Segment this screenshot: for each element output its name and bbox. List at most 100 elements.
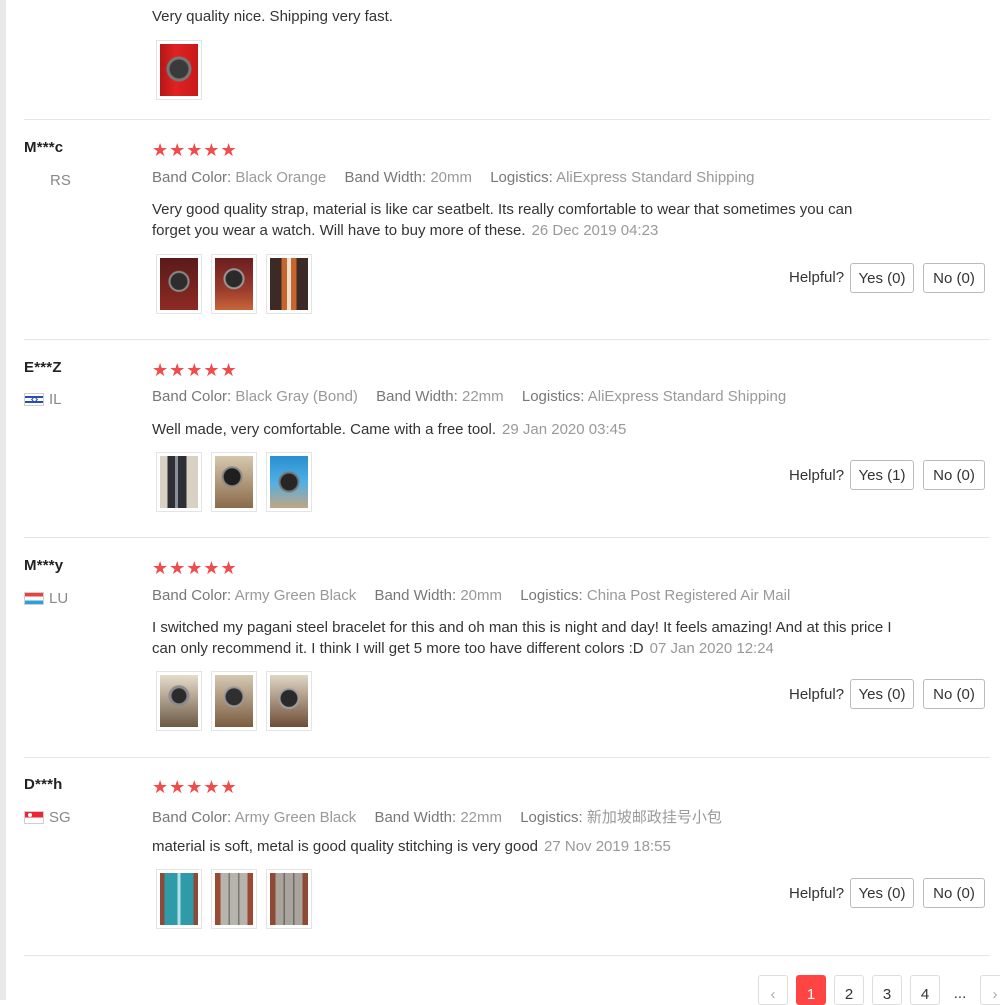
sku-label: Logistics: bbox=[520, 809, 583, 826]
sku-label: Band Width: bbox=[376, 388, 458, 405]
country-code: RS bbox=[50, 172, 71, 189]
helpful-no-button[interactable]: No (0) bbox=[923, 878, 985, 908]
review-image-thumbnail[interactable] bbox=[211, 869, 257, 929]
country-code: IL bbox=[49, 391, 62, 408]
reviewer-name: D***h bbox=[24, 776, 63, 793]
review-date: 07 Jan 2020 12:24 bbox=[649, 640, 774, 657]
sku-label: Band Color: bbox=[152, 169, 232, 186]
review-image-thumbnail[interactable] bbox=[156, 452, 202, 512]
sku-value: 新加坡邮政挂号小包 bbox=[586, 809, 722, 826]
helpful-yes-button[interactable]: Yes (1) bbox=[850, 460, 914, 490]
review-image-thumbnail[interactable] bbox=[211, 671, 257, 731]
review-images bbox=[156, 452, 312, 512]
review-text: Very good quality strap, material is lik… bbox=[152, 199, 872, 241]
sku-value: AliExpress Standard Shipping bbox=[556, 169, 755, 186]
next-page-button[interactable]: › bbox=[980, 975, 1000, 1005]
review-text: I switched my pagani steel bracelet for … bbox=[152, 617, 897, 659]
reviewer-country: LU bbox=[24, 590, 68, 607]
sku-label: Logistics: bbox=[490, 169, 553, 186]
review-image-thumbnail[interactable] bbox=[266, 869, 312, 929]
sku-value: Black Orange bbox=[235, 169, 327, 186]
page-button-3[interactable]: 3 bbox=[872, 975, 902, 1005]
review-date: 26 Dec 2019 04:23 bbox=[531, 222, 659, 239]
sku-value: Army Green Black bbox=[234, 809, 357, 826]
review-image-thumbnail[interactable] bbox=[156, 869, 202, 929]
review-images bbox=[156, 254, 312, 314]
sku-value: 20mm bbox=[430, 169, 473, 186]
review-body: Well made, very comfortable. Came with a… bbox=[152, 421, 497, 438]
reviewer-country: IL bbox=[24, 391, 62, 408]
sku-label: Logistics: bbox=[521, 388, 585, 405]
country-code: LU bbox=[49, 590, 69, 607]
helpful-no-button[interactable]: No (0) bbox=[923, 263, 985, 293]
review-text: material is soft, metal is good quality … bbox=[152, 836, 897, 857]
page-left-border bbox=[0, 0, 6, 1000]
star-rating: ★★★★★ bbox=[152, 558, 238, 578]
sku-value: 22mm bbox=[462, 388, 504, 405]
star-rating: ★★★★★ bbox=[152, 777, 238, 797]
sku-label: Band Width: bbox=[344, 169, 427, 186]
sku-value: China Post Registered Air Mail bbox=[586, 587, 791, 604]
star-rating: ★★★★★ bbox=[152, 360, 238, 380]
sku-info: Band Color: Black Gray (Bond) Band Width… bbox=[152, 388, 800, 405]
sku-value: 22mm bbox=[460, 809, 503, 826]
sku-label: Band Color: bbox=[152, 388, 232, 405]
sku-label: Logistics: bbox=[520, 587, 583, 604]
review-image-thumbnail[interactable] bbox=[211, 254, 257, 314]
review-images bbox=[156, 869, 312, 929]
page-button-2[interactable]: 2 bbox=[834, 975, 864, 1005]
review-date: 27 Nov 2019 18:55 bbox=[544, 838, 671, 855]
helpful-yes-button[interactable]: Yes (0) bbox=[850, 263, 914, 293]
sku-label: Band Width: bbox=[374, 809, 457, 826]
review-body: Very good quality strap, material is lik… bbox=[152, 201, 853, 239]
sku-info: Band Color: Army Green Black Band Width:… bbox=[152, 806, 736, 827]
country-code: SG bbox=[49, 809, 71, 826]
sku-value: 20mm bbox=[460, 587, 503, 604]
review-image-thumbnail[interactable] bbox=[266, 671, 312, 731]
review-divider bbox=[24, 339, 990, 340]
sku-label: Band Color: bbox=[152, 587, 232, 604]
review-image-thumbnail[interactable] bbox=[266, 452, 312, 512]
prev-page-button[interactable]: ‹ bbox=[758, 975, 788, 1005]
review-image-thumbnail[interactable] bbox=[266, 254, 312, 314]
reviewer-name: E***Z bbox=[24, 359, 62, 376]
review-date: 29 Jan 2020 03:45 bbox=[502, 421, 627, 438]
review-text: Well made, very comfortable. Came with a… bbox=[152, 419, 897, 440]
helpful-no-button[interactable]: No (0) bbox=[923, 460, 985, 490]
review-image-thumbnail[interactable] bbox=[156, 254, 202, 314]
page-button-4[interactable]: 4 bbox=[910, 975, 940, 1005]
sku-info: Band Color: Army Green Black Band Width:… bbox=[152, 587, 804, 604]
reviewer-country: RS bbox=[50, 172, 71, 189]
page-button-1[interactable]: 1 bbox=[796, 975, 826, 1005]
review-text: Very quality nice. Shipping very fast. bbox=[152, 8, 393, 25]
sku-info: Band Color: Black Orange Band Width: 20m… bbox=[152, 169, 769, 186]
pagination: ‹ 1 2 3 4 ... › bbox=[758, 975, 1000, 1005]
reviewer-country: SG bbox=[24, 809, 71, 826]
review-divider bbox=[24, 537, 990, 538]
helpful-no-button[interactable]: No (0) bbox=[923, 679, 985, 709]
review-images bbox=[156, 40, 202, 100]
singapore-flag-icon bbox=[24, 811, 44, 824]
helpful-label: Helpful? bbox=[789, 467, 845, 484]
helpful-label: Helpful? bbox=[789, 269, 845, 286]
israel-flag-icon bbox=[24, 393, 44, 406]
helpful-yes-button[interactable]: Yes (0) bbox=[850, 878, 914, 908]
review-image-thumbnail[interactable] bbox=[156, 671, 202, 731]
sku-value: Army Green Black bbox=[234, 587, 357, 604]
helpful-label: Helpful? bbox=[789, 885, 845, 902]
review-image-thumbnail[interactable] bbox=[156, 40, 202, 100]
luxembourg-flag-icon bbox=[24, 592, 44, 605]
sku-label: Band Width: bbox=[374, 587, 457, 604]
review-divider bbox=[24, 955, 990, 956]
reviewer-name: M***y bbox=[24, 557, 64, 574]
review-body: material is soft, metal is good quality … bbox=[152, 838, 539, 855]
helpful-yes-button[interactable]: Yes (0) bbox=[850, 679, 914, 709]
review-divider bbox=[24, 119, 990, 120]
reviewer-name: M***c bbox=[24, 139, 64, 156]
sku-label: Band Color: bbox=[152, 809, 232, 826]
sku-value: Black Gray (Bond) bbox=[235, 388, 358, 405]
pagination-ellipsis: ... bbox=[948, 975, 972, 1005]
sku-value: AliExpress Standard Shipping bbox=[587, 388, 787, 405]
helpful-label: Helpful? bbox=[789, 686, 845, 703]
review-image-thumbnail[interactable] bbox=[211, 452, 257, 512]
